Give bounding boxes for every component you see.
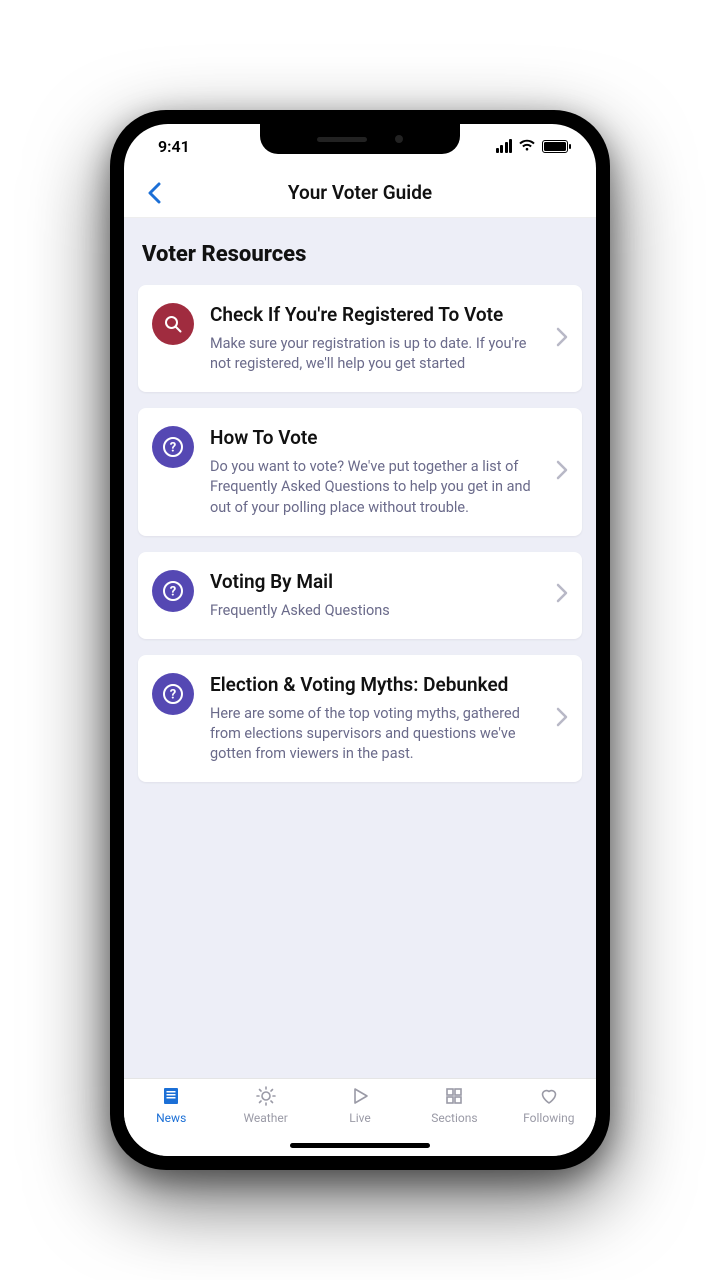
back-button[interactable] bbox=[138, 177, 170, 209]
card-title: Voting By Mail bbox=[210, 570, 536, 595]
search-icon bbox=[152, 303, 194, 345]
svg-text:?: ? bbox=[170, 584, 176, 599]
card-desc: Do you want to vote? We've put together … bbox=[210, 457, 536, 518]
card-desc: Make sure your registration is up to dat… bbox=[210, 334, 536, 375]
tab-label: Live bbox=[349, 1111, 370, 1125]
phone-notch bbox=[260, 124, 460, 154]
phone-frame: 9:41 Your Voter Guide Voter Resources bbox=[110, 110, 610, 1170]
phone-screen: 9:41 Your Voter Guide Voter Resources bbox=[124, 124, 596, 1156]
resource-card-voting-by-mail[interactable]: ? Voting By Mail Frequently Asked Questi… bbox=[138, 552, 582, 639]
card-desc: Frequently Asked Questions bbox=[210, 601, 536, 621]
question-icon: ? bbox=[152, 673, 194, 715]
tab-news[interactable]: News bbox=[124, 1085, 218, 1156]
resource-card-check-registered[interactable]: Check If You're Registered To Vote Make … bbox=[138, 285, 582, 392]
tab-label: News bbox=[156, 1111, 186, 1125]
card-title: Check If You're Registered To Vote bbox=[210, 303, 536, 328]
content-area[interactable]: Voter Resources Check If You're Register… bbox=[124, 218, 596, 1078]
question-icon: ? bbox=[152, 570, 194, 612]
status-time: 9:41 bbox=[158, 137, 190, 156]
following-icon bbox=[539, 1085, 559, 1107]
weather-icon bbox=[255, 1085, 277, 1107]
chevron-left-icon bbox=[147, 182, 161, 204]
status-indicators bbox=[496, 137, 569, 156]
section-title: Voter Resources bbox=[142, 242, 578, 267]
chevron-right-icon bbox=[556, 583, 568, 607]
sections-icon bbox=[444, 1085, 464, 1107]
signal-icon bbox=[496, 139, 513, 153]
live-icon bbox=[350, 1085, 370, 1107]
resource-card-how-to-vote[interactable]: ? How To Vote Do you want to vote? We've… bbox=[138, 408, 582, 536]
card-title: Election & Voting Myths: Debunked bbox=[210, 673, 536, 698]
card-title: How To Vote bbox=[210, 426, 536, 451]
home-indicator[interactable] bbox=[290, 1143, 430, 1148]
nav-header: Your Voter Guide bbox=[124, 168, 596, 218]
card-desc: Here are some of the top voting myths, g… bbox=[210, 704, 536, 765]
tab-label: Sections bbox=[431, 1111, 477, 1125]
svg-text:?: ? bbox=[170, 687, 176, 702]
tab-label: Following bbox=[523, 1111, 574, 1125]
chevron-right-icon bbox=[556, 707, 568, 731]
tab-following[interactable]: Following bbox=[502, 1085, 596, 1156]
question-icon: ? bbox=[152, 426, 194, 468]
card-body: Election & Voting Myths: Debunked Here a… bbox=[210, 673, 540, 765]
card-body: Voting By Mail Frequently Asked Question… bbox=[210, 570, 540, 621]
chevron-right-icon bbox=[556, 460, 568, 484]
wifi-icon bbox=[518, 137, 536, 156]
page-title: Your Voter Guide bbox=[124, 181, 596, 204]
battery-icon bbox=[542, 140, 568, 153]
svg-text:?: ? bbox=[170, 441, 176, 456]
card-body: Check If You're Registered To Vote Make … bbox=[210, 303, 540, 374]
tab-label: Weather bbox=[243, 1111, 287, 1125]
resource-card-election-myths[interactable]: ? Election & Voting Myths: Debunked Here… bbox=[138, 655, 582, 783]
news-icon bbox=[161, 1085, 181, 1107]
chevron-right-icon bbox=[556, 327, 568, 351]
card-body: How To Vote Do you want to vote? We've p… bbox=[210, 426, 540, 518]
